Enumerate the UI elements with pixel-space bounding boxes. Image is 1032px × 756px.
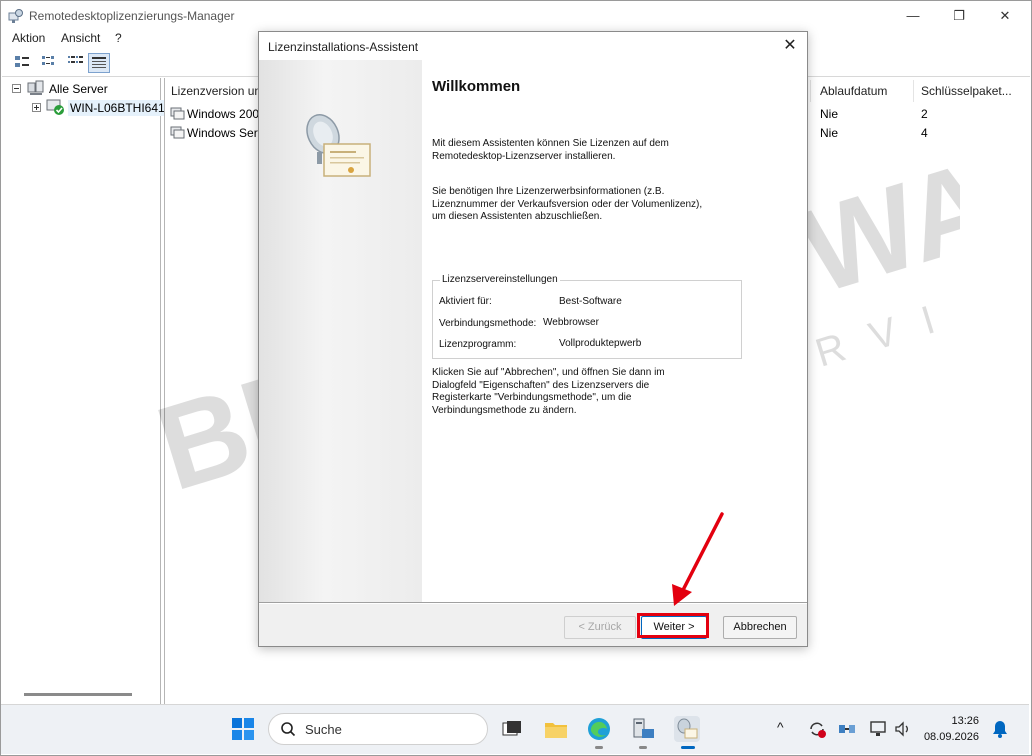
wizard-side-panel [259,60,422,602]
cancel-button[interactable]: Abbrechen [723,616,797,639]
details-view-icon[interactable] [88,53,110,73]
volume-icon[interactable] [893,719,913,739]
expand-icon[interactable] [32,103,41,112]
setting-label: Verbindungsmethode: [439,318,537,329]
back-button[interactable]: < Zurück [564,616,636,639]
license-server-settings-group: Lizenzservereinstellungen Aktiviert für:… [432,274,742,359]
active-indicator [681,746,695,749]
group-title: Lizenzservereinstellungen [440,274,560,285]
text-line: Remotedesktop-Lizenzserver installieren. [432,150,616,162]
column-license-version[interactable]: Lizenzversion und [171,84,268,98]
file-explorer-icon[interactable] [542,715,570,743]
intro-text: Mit diesem Assistenten können Sie Lizenz… [432,138,669,163]
tree-item-all-servers[interactable]: Alle Server [49,82,108,96]
text-line: Dialogfeld "Eigenschaften" des Lizenzser… [432,379,650,391]
next-button[interactable]: Weiter > [641,616,707,639]
server-manager-icon[interactable] [629,715,657,743]
page-title: Willkommen [432,78,521,95]
windows-start-icon[interactable] [229,715,257,743]
taskbar-search[interactable]: Suche [268,713,488,745]
large-icons-view-icon[interactable] [12,53,32,71]
column-expiry[interactable]: Ablaufdatum [820,84,887,98]
connection-method-hint: Klicken Sie auf "Abbrechen", und öffnen … [432,367,665,417]
text-line: Sie benötigen Ihre Lizenzerwerbsinformat… [432,186,665,197]
text-line: Mit diesem Assistenten können Sie Lizenz… [432,138,669,149]
network-share-icon[interactable] [837,719,857,739]
running-indicator [595,746,603,749]
table-row-expiry: Nie [820,126,839,140]
title-bar: Remotedesktoplizenzierungs-Manager — ❐ ✕ [2,2,1030,30]
text-line: Verbindungsmethode zu ändern. [432,404,577,416]
clock-date: 08.09.2026 [923,731,979,743]
system-clock[interactable]: 13:26 08.09.2026 [919,713,979,745]
column-separator[interactable] [913,80,914,102]
license-manager-icon [8,9,23,23]
certificate-satellite-icon [306,114,371,177]
table-row-keypack: 2 [921,107,928,121]
minimize-button[interactable]: — [890,4,936,28]
maximize-button[interactable]: ❐ [936,4,982,28]
window-title: Remotedesktoplizenzierungs-Manager [29,9,235,23]
edge-browser-icon[interactable] [585,715,613,743]
red-arrow-annotation [672,512,724,606]
text-line: um diesen Assistenten abzuschließen. [432,211,603,222]
server-tree: Alle Server WIN-L06BTHI641 [2,78,167,705]
license-pack-icon [170,126,185,139]
column-keypack[interactable]: Schlüsselpaket... [921,84,1012,98]
small-icons-view-icon[interactable] [39,53,59,71]
tree-item-server[interactable]: WIN-L06BTHI641 [68,100,167,116]
dialog-title-bar: Lizenzinstallations-Assistent ✕ [259,32,807,60]
license-pack-icon [170,107,185,120]
table-row-version[interactable]: Windows 2000 [187,107,266,121]
text-line: Klicken Sie auf "Abbrechen", und öffnen … [432,367,665,378]
sync-error-icon[interactable] [807,719,827,739]
wizard-content: Willkommen Mit diesem Assistenten können… [422,60,807,602]
server-activated-icon [46,99,64,115]
dialog-close-button[interactable]: ✕ [779,35,801,57]
notification-bell-icon[interactable] [991,719,1009,739]
setting-value: Vollproduktерwerb [559,338,642,349]
dialog-title: Lizenzinstallations-Assistent [268,40,419,54]
running-indicator [639,746,647,749]
setting-label: Aktiviert für: [439,296,492,307]
setting-value: Webbrowser [543,317,599,328]
menu-ansicht[interactable]: Ansicht [61,31,100,45]
setting-label: Lizenzprogramm: [439,339,517,350]
servers-icon [27,80,44,95]
text-line: Registerkarte "Verbindungsmethode", um d… [432,392,632,403]
setting-value: Best-Software [559,296,622,307]
tree-scrollbar[interactable] [24,693,132,696]
text-line: Lizenznummer der Verkaufsversion oder de… [432,198,703,210]
menu-help[interactable]: ? [115,31,122,45]
list-view-icon[interactable] [65,53,85,71]
clock-time: 13:26 [951,715,979,727]
task-view-icon[interactable] [498,715,526,743]
license-manager-taskbar-icon[interactable] [673,715,701,743]
network-icon[interactable] [869,719,889,739]
show-hidden-icons-button[interactable]: ^ [777,719,784,735]
search-label: Suche [305,722,342,737]
table-row-expiry: Nie [820,107,839,121]
search-icon [281,722,296,737]
column-separator[interactable] [810,80,811,102]
table-row-keypack: 4 [921,126,928,140]
collapse-icon[interactable] [12,84,21,93]
taskbar: Suche ^ 13:26 08.09.2026 [1,704,1029,754]
menu-aktion[interactable]: Aktion [12,31,45,45]
requirement-text: Sie benötigen Ihre Lizenzerwerbsinformat… [432,186,702,224]
close-button[interactable]: ✕ [982,4,1028,28]
table-row-version[interactable]: Windows Serv [187,126,264,140]
